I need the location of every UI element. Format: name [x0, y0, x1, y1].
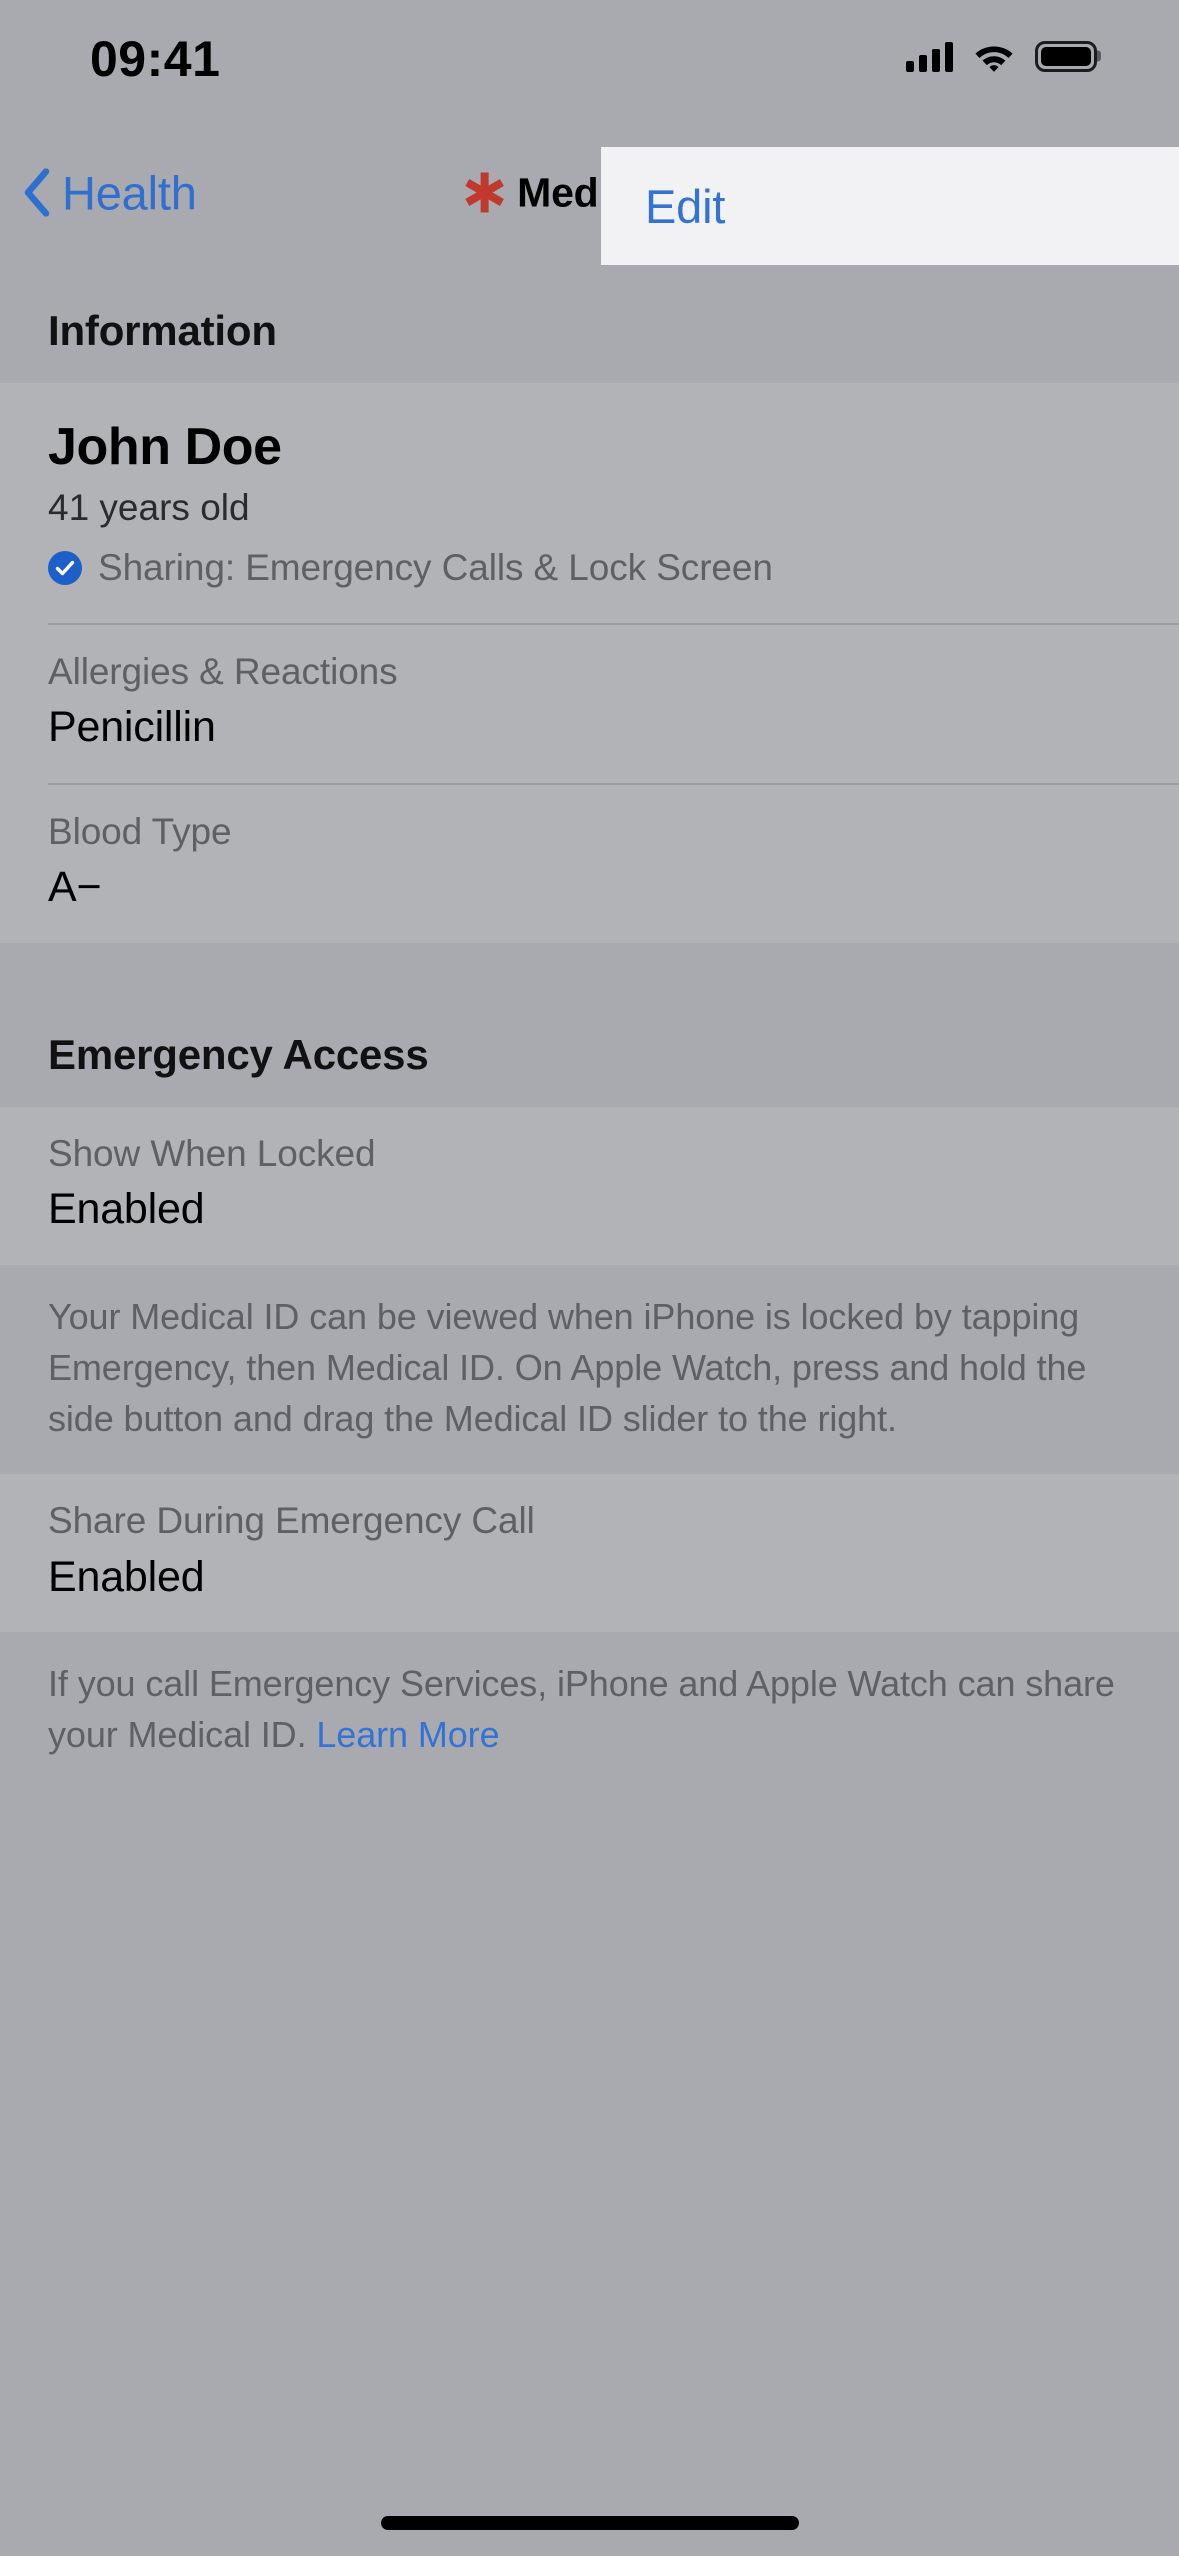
row-blood-type[interactable]: Blood Type A−: [0, 785, 1179, 943]
medical-id-asterisk-icon: [464, 172, 504, 213]
navigation-bar: Health Medical ID Edit: [0, 120, 1179, 265]
home-indicator-area: [0, 2450, 1179, 2556]
content-filler: [0, 1790, 1179, 2391]
back-button-label: Health: [62, 166, 197, 219]
cellular-signal-icon: [906, 40, 953, 72]
row-allergies-value: Penicillin: [48, 703, 216, 752]
row-blood-type-value: A−: [48, 863, 102, 912]
section-spacer: [0, 942, 1179, 989]
home-indicator[interactable]: [380, 2516, 799, 2530]
profile-age: 41 years old: [48, 487, 250, 529]
battery-icon: [1035, 40, 1097, 72]
back-button[interactable]: Health: [22, 165, 197, 220]
row-show-when-locked-label: Show When Locked: [48, 1132, 376, 1174]
row-share-during-emergency-call-value: Enabled: [48, 1552, 205, 1601]
share-during-call-note: If you call Emergency Services, iPhone a…: [0, 1632, 1179, 1791]
profile-row[interactable]: John Doe 41 years old Sharing: Emergency…: [0, 383, 1179, 623]
sharing-status: Sharing: Emergency Calls & Lock Screen: [48, 547, 1131, 589]
medical-id-screen: 09:41 Health Medical Edit Information Jo…: [0, 0, 1179, 2556]
status-bar: 09:41: [0, 0, 1179, 120]
section-header-information: Information: [48, 307, 277, 354]
information-group: John Doe 41 years old Sharing: Emergency…: [0, 383, 1179, 943]
edit-button-label: Edit: [645, 179, 726, 233]
show-when-locked-group: Show When Locked Enabled: [0, 1106, 1179, 1265]
profile-name: John Doe: [48, 418, 282, 476]
section-header-emergency-access: Emergency Access: [48, 1030, 429, 1078]
status-bar-indicators: [906, 34, 1097, 78]
row-show-when-locked[interactable]: Show When Locked Enabled: [0, 1107, 1179, 1265]
wifi-icon: [975, 46, 1013, 72]
row-allergies-label: Allergies & Reactions: [48, 650, 398, 692]
edit-button[interactable]: Edit: [601, 147, 1179, 265]
sharing-status-label: Sharing: Emergency Calls & Lock Screen: [98, 546, 773, 588]
learn-more-link[interactable]: Learn More: [316, 1714, 499, 1755]
row-show-when-locked-value: Enabled: [48, 1185, 205, 1234]
row-blood-type-label: Blood Type: [48, 810, 232, 852]
check-circle-icon: [48, 550, 82, 585]
share-during-call-note-text: If you call Emergency Services, iPhone a…: [48, 1663, 1115, 1756]
status-bar-time: 09:41: [90, 31, 221, 87]
content-scroll-area[interactable]: Information John Doe 41 years old Sharin…: [0, 265, 1179, 2450]
share-during-call-group: Share During Emergency Call Enabled: [0, 1474, 1179, 1633]
row-share-during-emergency-call-label: Share During Emergency Call: [48, 1500, 535, 1542]
battery-fill: [1041, 46, 1091, 66]
show-when-locked-note: Your Medical ID can be viewed when iPhon…: [0, 1264, 1179, 1475]
row-allergies[interactable]: Allergies & Reactions Penicillin: [0, 625, 1179, 783]
chevron-left-icon: [24, 168, 50, 217]
row-share-during-emergency-call[interactable]: Share During Emergency Call Enabled: [0, 1474, 1179, 1632]
